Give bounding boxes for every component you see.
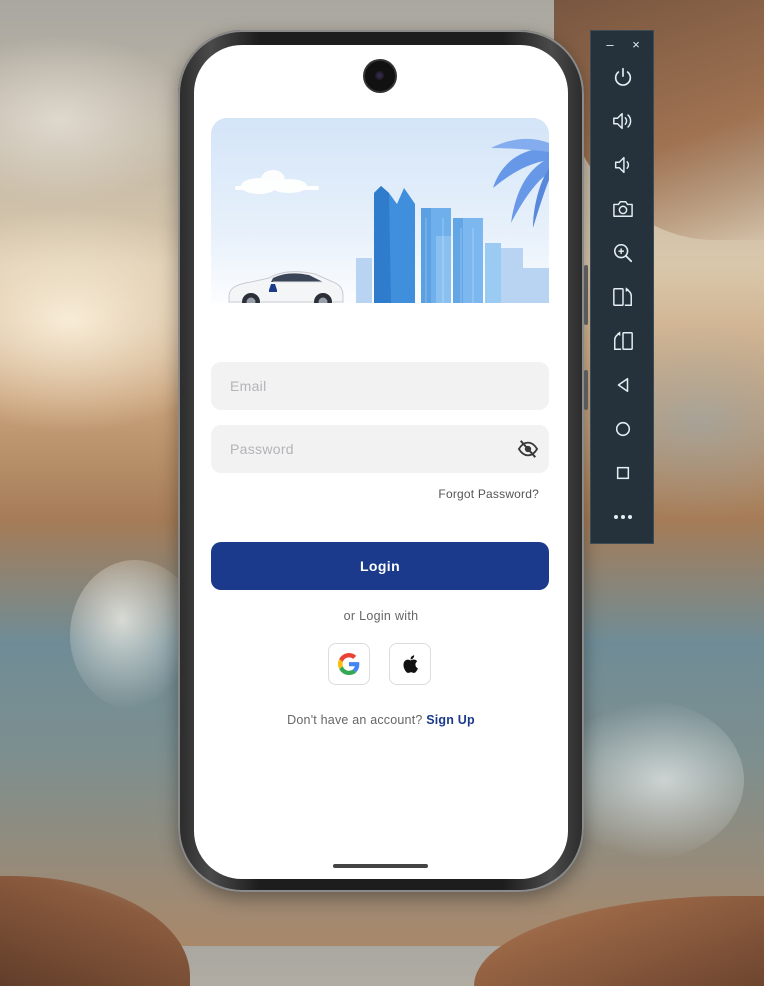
email-field[interactable] bbox=[211, 362, 549, 410]
minimize-button[interactable]: – bbox=[601, 37, 619, 53]
app-screen: Forgot Password? Login or Login with Don… bbox=[194, 45, 568, 879]
home-icon bbox=[615, 421, 631, 437]
wallpaper-rock bbox=[474, 896, 764, 986]
emulator-toolbar: – × bbox=[590, 30, 654, 544]
camera-icon bbox=[613, 201, 633, 217]
apple-login-button[interactable] bbox=[389, 643, 431, 685]
city-skyline-illustration bbox=[211, 138, 549, 314]
forgot-password-link[interactable]: Forgot Password? bbox=[438, 487, 539, 501]
home-button[interactable] bbox=[607, 413, 639, 445]
zoom-icon bbox=[613, 243, 633, 263]
rotate-left-icon bbox=[613, 287, 632, 306]
visibility-off-icon[interactable] bbox=[517, 439, 539, 459]
back-icon bbox=[617, 377, 629, 393]
google-icon bbox=[338, 653, 360, 675]
power-button[interactable] bbox=[607, 61, 639, 93]
more-button[interactable] bbox=[607, 501, 639, 533]
overview-button[interactable] bbox=[607, 457, 639, 489]
signup-prompt: Don't have an account? Sign Up bbox=[194, 713, 568, 727]
close-button[interactable]: × bbox=[627, 37, 645, 53]
google-login-button[interactable] bbox=[328, 643, 370, 685]
screenshot-button[interactable] bbox=[607, 193, 639, 225]
or-login-with-label: or Login with bbox=[343, 609, 419, 623]
phone-side-button bbox=[584, 370, 588, 410]
wallpaper-rock bbox=[0, 876, 190, 986]
login-button[interactable]: Login bbox=[211, 542, 549, 590]
volume-down-button[interactable] bbox=[607, 149, 639, 181]
volume-up-button[interactable] bbox=[607, 105, 639, 137]
email-input[interactable] bbox=[228, 377, 532, 395]
overview-icon bbox=[616, 466, 630, 480]
volume-down-icon bbox=[614, 156, 630, 174]
rotate-left-button[interactable] bbox=[607, 281, 639, 313]
phone-side-button bbox=[584, 265, 588, 325]
password-field[interactable] bbox=[211, 425, 549, 473]
volume-up-icon bbox=[613, 112, 632, 130]
zoom-button[interactable] bbox=[607, 237, 639, 269]
rotate-right-button[interactable] bbox=[607, 325, 639, 357]
more-icon bbox=[614, 515, 632, 519]
no-account-text: Don't have an account? bbox=[287, 713, 427, 727]
back-button[interactable] bbox=[607, 369, 639, 401]
power-icon bbox=[614, 67, 632, 86]
wallpaper-rock bbox=[554, 0, 764, 240]
hero-illustration bbox=[211, 118, 549, 314]
front-camera bbox=[365, 61, 395, 91]
toolbar-window-controls: – × bbox=[591, 31, 655, 59]
password-input[interactable] bbox=[228, 440, 532, 458]
sign-up-link[interactable]: Sign Up bbox=[426, 713, 475, 727]
rotate-right-icon bbox=[614, 331, 633, 350]
apple-icon bbox=[403, 655, 418, 673]
home-indicator[interactable] bbox=[333, 864, 428, 868]
